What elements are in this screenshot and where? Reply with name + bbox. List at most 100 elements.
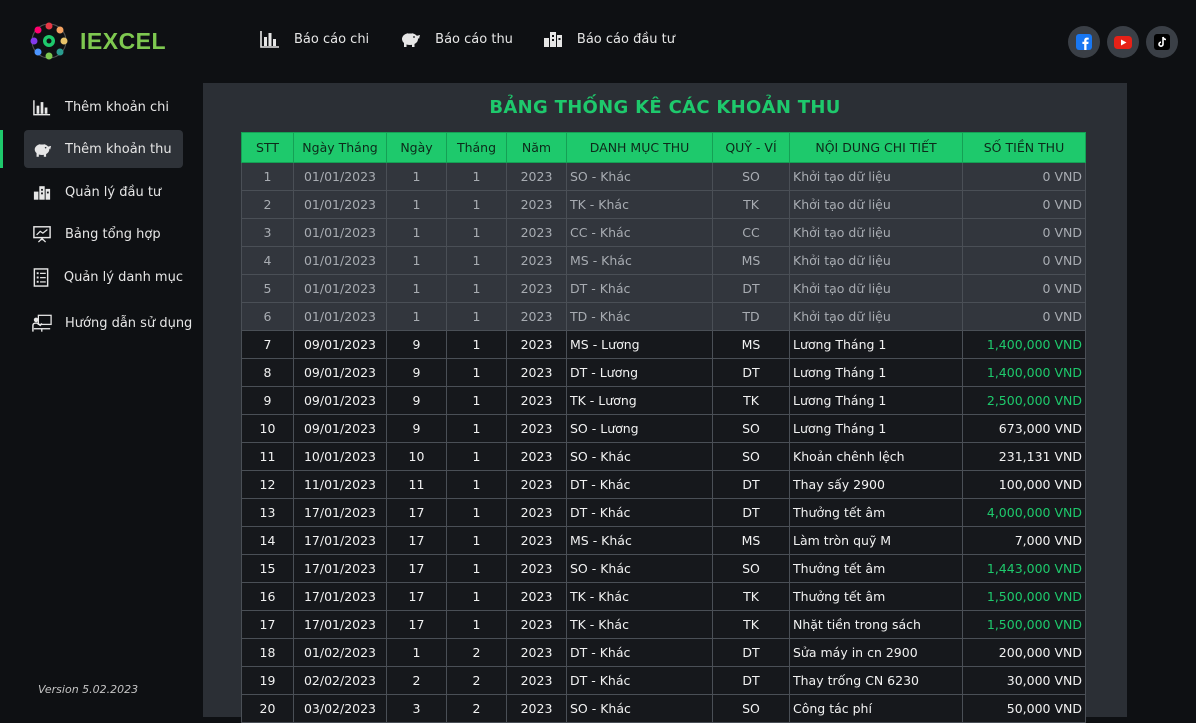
cell-month: 1: [446, 442, 507, 471]
sidebar-item-them-khoan-thu[interactable]: Thêm khoản thu: [24, 130, 183, 168]
cell-month: 1: [446, 246, 507, 275]
sidebar-icon-wrap: [32, 314, 52, 333]
cell-date: 03/02/2023: [293, 694, 387, 723]
table-row[interactable]: 6 01/01/2023 1 1 2023 TD - Khác TD Khởi tạo dữ …: [241, 302, 1086, 331]
cell-stt: 8: [241, 358, 294, 387]
cell-date: 17/01/2023: [293, 610, 387, 639]
cell-detail: Sửa máy in cn 2900: [789, 638, 963, 667]
cell-date: 01/01/2023: [293, 274, 387, 303]
page-title: BẢNG THỐNG KÊ CÁC KHOẢN THU: [489, 97, 841, 118]
cell-amount: 0 VND: [962, 302, 1086, 331]
table-row[interactable]: 19 02/02/2023 2 2 2023 DT - Khác DT Thay trống …: [241, 666, 1086, 695]
table-row[interactable]: 14 17/01/2023 17 1 2023 MS - Khác MS Làm tròn q…: [241, 526, 1086, 555]
cell-month: 1: [446, 470, 507, 499]
sidebar-item-label: Bảng tổng hợp: [65, 226, 161, 242]
cell-year: 2023: [506, 610, 567, 639]
header-nam[interactable]: Năm: [506, 132, 567, 163]
table-row[interactable]: 12 11/01/2023 11 1 2023 DT - Khác DT Thay sấy 2…: [241, 470, 1086, 499]
header-so-tien-thu[interactable]: SỐ TIỀN THU: [962, 132, 1086, 163]
table-row[interactable]: 11 10/01/2023 10 1 2023 SO - Khác SO Khoản chên…: [241, 442, 1086, 471]
header-ngay[interactable]: Ngày: [386, 132, 447, 163]
nav-label: Báo cáo chi: [294, 31, 370, 47]
nav-bao-cao-dau-tu[interactable]: Báo cáo đầu tư: [543, 30, 675, 48]
cell-stt: 17: [241, 610, 294, 639]
cell-year: 2023: [506, 554, 567, 583]
cell-stt: 7: [241, 330, 294, 359]
cell-day: 9: [386, 414, 447, 443]
cell-fund: TD: [712, 302, 790, 331]
sidebar-item-huong-dan-su-dung[interactable]: Hướng dẫn sử dụng: [24, 304, 192, 342]
cell-day: 17: [386, 526, 447, 555]
sidebar-icon-wrap: [32, 141, 52, 158]
main-panel: BẢNG THỐNG KÊ CÁC KHOẢN THU STT Ngày Thá…: [203, 83, 1127, 723]
cell-detail: Thưởng tết âm: [789, 498, 963, 527]
cell-day: 1: [386, 162, 447, 191]
cell-amount: 0 VND: [962, 246, 1086, 275]
cell-detail: Khởi tạo dữ liệu: [789, 218, 963, 247]
table-row[interactable]: 15 17/01/2023 17 1 2023 SO - Khác SO Thưởng tết…: [241, 554, 1086, 583]
cell-amount: 1,400,000 VND: [962, 330, 1086, 359]
sidebar-item-bang-tong-hop[interactable]: Bảng tổng hợp: [24, 215, 183, 253]
table-row[interactable]: 13 17/01/2023 17 1 2023 DT - Khác DT Thưởng tết…: [241, 498, 1086, 527]
cell-date: 09/01/2023: [293, 330, 387, 359]
cell-fund: MS: [712, 246, 790, 275]
table-row[interactable]: 5 01/01/2023 1 1 2023 DT - Khác DT Khởi tạo dữ …: [241, 274, 1086, 303]
nav-bao-cao-chi[interactable]: Báo cáo chi: [260, 30, 369, 48]
tiktok-button[interactable]: [1146, 26, 1178, 58]
piggy-bank-icon: [402, 32, 421, 47]
cell-month: 1: [446, 610, 507, 639]
cell-category: MS - Khác: [566, 246, 713, 275]
header-danh-muc-thu[interactable]: DANH MỤC THU: [566, 132, 713, 163]
cell-stt: 2: [241, 190, 294, 219]
cell-stt: 3: [241, 218, 294, 247]
table-row[interactable]: 17 17/01/2023 17 1 2023 TK - Khác TK Nhặt tiền …: [241, 610, 1086, 639]
cell-year: 2023: [506, 162, 567, 191]
top-nav: Báo cáo chi Báo cáo thu Báo cáo đầu tư: [260, 30, 705, 48]
table-row[interactable]: 9 09/01/2023 9 1 2023 TK - Lương TK Lương Tháng…: [241, 386, 1086, 415]
header-ngay-thang[interactable]: Ngày Tháng: [293, 132, 387, 163]
table-body: 1 01/01/2023 1 1 2023 SO - Khác SO Khởi tạo dữ …: [241, 162, 1086, 723]
table-row[interactable]: 1 01/01/2023 1 1 2023 SO - Khác SO Khởi tạo dữ …: [241, 162, 1086, 191]
table-row[interactable]: 10 09/01/2023 9 1 2023 SO - Lương SO Lương Thán…: [241, 414, 1086, 443]
youtube-button[interactable]: [1107, 26, 1139, 58]
cell-amount: 0 VND: [962, 190, 1086, 219]
header-stt[interactable]: STT: [241, 132, 294, 163]
cell-stt: 20: [241, 694, 294, 723]
table-row[interactable]: 3 01/01/2023 1 1 2023 CC - Khác CC Khởi tạo dữ …: [241, 218, 1086, 247]
logo[interactable]: IEXCEL: [30, 22, 166, 60]
table-row[interactable]: 18 01/02/2023 1 2 2023 DT - Khác DT Sửa máy in …: [241, 638, 1086, 667]
cell-day: 17: [386, 498, 447, 527]
sidebar-item-label: Thêm khoản chi: [65, 99, 170, 115]
sidebar-item-quan-ly-dau-tu[interactable]: Quản lý đầu tư: [24, 173, 183, 211]
cell-date: 17/01/2023: [293, 582, 387, 611]
version-label: Version 5.02.2023: [38, 683, 139, 696]
table-row[interactable]: 7 09/01/2023 9 1 2023 MS - Lương MS Lương Tháng…: [241, 330, 1086, 359]
nav-bao-cao-thu[interactable]: Báo cáo thu: [399, 30, 513, 48]
cell-stt: 19: [241, 666, 294, 695]
table-row[interactable]: 2 01/01/2023 1 1 2023 TK - Khác TK Khởi tạo dữ …: [241, 190, 1086, 219]
cell-year: 2023: [506, 274, 567, 303]
cell-date: 09/01/2023: [293, 358, 387, 387]
header-thang[interactable]: Tháng: [446, 132, 507, 163]
sidebar-item-quan-ly-danh-muc[interactable]: Quản lý danh mục: [24, 258, 183, 296]
table-row[interactable]: 8 09/01/2023 9 1 2023 DT - Lương DT Lương Tháng…: [241, 358, 1086, 387]
cell-amount: 50,000 VND: [962, 694, 1086, 723]
tiktok-icon: [1154, 34, 1170, 50]
top-bar: IEXCEL Báo cáo chi Báo cáo thu Báo cáo đ…: [0, 0, 1196, 83]
cell-amount: 1,500,000 VND: [962, 610, 1086, 639]
cell-category: DT - Lương: [566, 358, 713, 387]
cell-month: 2: [446, 666, 507, 695]
cell-fund: DT: [712, 274, 790, 303]
table-row[interactable]: 20 03/02/2023 3 2 2023 SO - Khác SO Công tác ph…: [241, 694, 1086, 723]
facebook-button[interactable]: [1068, 26, 1100, 58]
header-quy-vi[interactable]: QUỸ - VÍ: [712, 132, 790, 163]
table-row[interactable]: 16 17/01/2023 17 1 2023 TK - Khác TK Thưởng tết…: [241, 582, 1086, 611]
table-row[interactable]: 4 01/01/2023 1 1 2023 MS - Khác MS Khởi tạo dữ …: [241, 246, 1086, 275]
sidebar-item-them-khoan-chi[interactable]: Thêm khoản chi: [24, 88, 183, 126]
cell-year: 2023: [506, 190, 567, 219]
cell-year: 2023: [506, 442, 567, 471]
bar-chart-icon: [260, 31, 279, 48]
cell-amount: 1,400,000 VND: [962, 358, 1086, 387]
cell-day: 9: [386, 330, 447, 359]
header-noi-dung[interactable]: NỘI DUNG CHI TIẾT: [789, 132, 963, 163]
